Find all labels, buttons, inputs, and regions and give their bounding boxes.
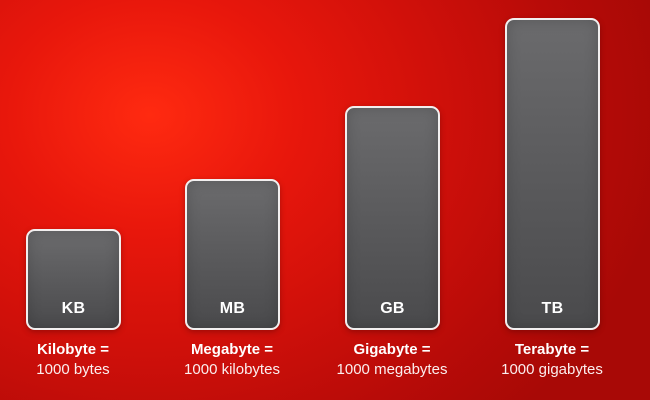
storage-units-diagram: KB Kilobyte = 1000 bytes MB Megabyte = 1… [0, 0, 650, 400]
kilobyte-name: Kilobyte = [36, 341, 110, 358]
gigabyte-equivalent: 1000 megabytes [336, 361, 448, 378]
terabyte-equivalent: 1000 gigabytes [501, 361, 603, 378]
megabyte-abbreviation: MB [219, 300, 246, 317]
gigabyte-caption: Gigabyte = 1000 megabytes [307, 340, 477, 380]
megabyte-equivalent: 1000 kilobytes [184, 361, 280, 378]
terabyte-bar: TB [505, 18, 600, 330]
kilobyte-equivalent: 1000 bytes [36, 361, 110, 378]
terabyte-name: Terabyte = [514, 341, 590, 358]
kilobyte-bar: KB [26, 229, 121, 330]
terabyte-caption: Terabyte = 1000 gigabytes [467, 340, 637, 380]
megabyte-caption: Megabyte = 1000 kilobytes [147, 340, 317, 380]
gigabyte-name: Gigabyte = [353, 341, 431, 358]
kilobyte-abbreviation: KB [61, 300, 86, 317]
megabyte-bar: MB [185, 179, 280, 330]
terabyte-abbreviation: TB [541, 300, 564, 317]
kilobyte-caption: Kilobyte = 1000 bytes [0, 340, 158, 380]
gigabyte-bar: GB [345, 106, 440, 330]
gigabyte-abbreviation: GB [380, 300, 405, 317]
megabyte-name: Megabyte = [190, 341, 274, 358]
